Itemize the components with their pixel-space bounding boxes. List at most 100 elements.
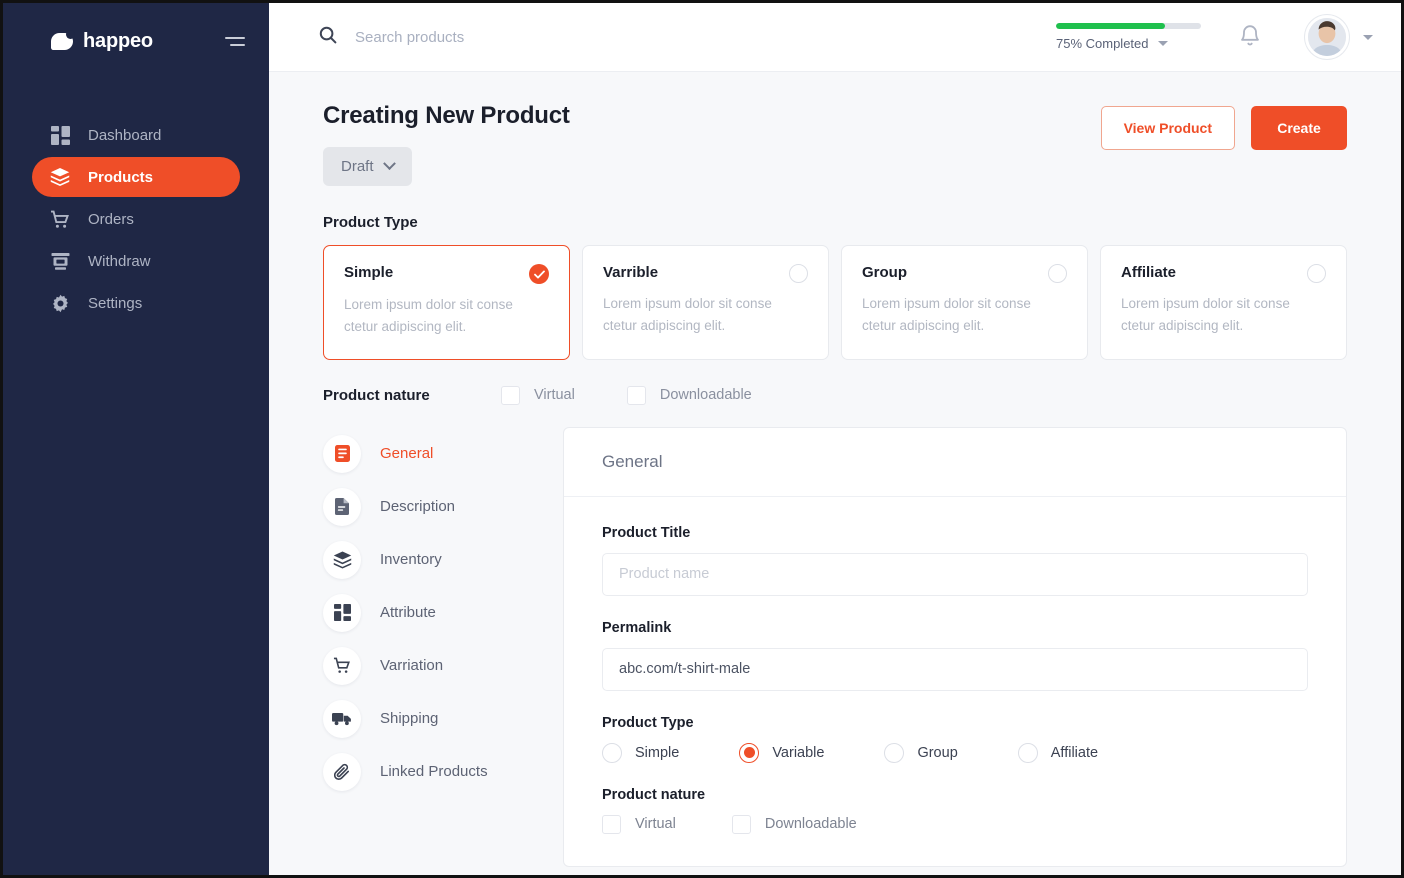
brand-name: happeo (83, 30, 153, 53)
card-description: Lorem ipsum dolor sit conse ctetur adipi… (862, 293, 1067, 338)
sidebar-item-products[interactable]: Products (32, 157, 240, 197)
radio-icon[interactable] (884, 743, 904, 763)
sidebar-header: happeo (3, 19, 269, 63)
completion-progress[interactable]: 75% Completed (1056, 23, 1201, 51)
status-dropdown[interactable]: Draft (323, 147, 412, 186)
radio-affiliate[interactable]: Affiliate (1018, 743, 1098, 763)
tab-linked-products[interactable]: Linked Products (323, 753, 563, 791)
products-box-icon (50, 167, 70, 187)
settings-gear-icon (50, 293, 70, 313)
sidebar: happeo Dashboard (3, 3, 269, 875)
panel-product-nature-row: Virtual Downloadable (602, 815, 1308, 834)
work-area: General Description (323, 427, 1347, 867)
card-description: Lorem ipsum dolor sit conse ctetur adipi… (1121, 293, 1326, 338)
checkbox-icon[interactable] (602, 815, 621, 834)
bell-icon[interactable] (1239, 23, 1261, 52)
radio-group[interactable]: Group (884, 743, 957, 763)
radio-icon-selected[interactable] (739, 743, 759, 763)
tab-varriation[interactable]: Varriation (323, 647, 563, 685)
product-type-card-group[interactable]: Group Lorem ipsum dolor sit conse ctetur… (841, 245, 1088, 360)
checkbox-icon[interactable] (501, 386, 520, 405)
orders-cart-icon (50, 209, 70, 229)
account-menu[interactable] (1305, 15, 1373, 59)
product-nature-label: Product nature (323, 387, 501, 404)
radio-icon[interactable] (602, 743, 622, 763)
card-title: Affiliate (1121, 264, 1176, 281)
product-title-input[interactable] (602, 553, 1308, 596)
product-nature-downloadable[interactable]: Downloadable (627, 386, 752, 405)
radio-variable[interactable]: Variable (739, 743, 824, 763)
tab-shipping[interactable]: Shipping (323, 700, 563, 738)
page-title: Creating New Product (323, 102, 570, 130)
sidebar-item-orders[interactable]: Orders (32, 199, 240, 239)
view-product-button[interactable]: View Product (1101, 106, 1235, 150)
app-window: happeo Dashboard (0, 0, 1404, 878)
sidebar-item-label: Orders (88, 211, 134, 228)
radio-icon[interactable] (789, 264, 808, 283)
layout-grid-icon (323, 594, 361, 632)
checkbox-label: Virtual (635, 816, 676, 832)
checkbox-label: Downloadable (765, 816, 857, 832)
sidebar-item-dashboard[interactable]: Dashboard (32, 115, 240, 155)
happeo-blob-logo (51, 33, 73, 50)
radio-label: Affiliate (1051, 745, 1098, 761)
card-title: Simple (344, 264, 393, 281)
search-box[interactable] (319, 26, 1040, 49)
radio-icon[interactable] (1307, 264, 1326, 283)
checkbox-icon[interactable] (732, 815, 751, 834)
chevron-down-icon[interactable] (1158, 41, 1168, 46)
tab-label: General (380, 445, 433, 462)
page-content: Creating New Product Draft View Product … (269, 72, 1401, 875)
radio-simple[interactable]: Simple (602, 743, 679, 763)
progress-track (1056, 23, 1201, 29)
product-type-cards: Simple Lorem ipsum dolor sit conse ctetu… (323, 245, 1347, 360)
product-type-card-simple[interactable]: Simple Lorem ipsum dolor sit conse ctetu… (323, 245, 570, 360)
document-list-icon (323, 435, 361, 473)
avatar[interactable] (1305, 15, 1349, 59)
sidebar-item-label: Dashboard (88, 127, 161, 144)
radio-label: Group (917, 745, 957, 761)
sidebar-item-label: Withdraw (88, 253, 151, 270)
tab-list: General Description (323, 427, 563, 867)
sidebar-item-withdraw[interactable]: Withdraw (32, 241, 240, 281)
tab-description[interactable]: Description (323, 488, 563, 526)
check-circle-icon[interactable] (529, 264, 549, 284)
tab-label: Linked Products (380, 763, 488, 780)
card-head: Group (862, 264, 1067, 283)
product-type-card-affiliate[interactable]: Affiliate Lorem ipsum dolor sit conse ct… (1100, 245, 1347, 360)
sidebar-nav: Dashboard Products (3, 115, 269, 323)
tab-attribute[interactable]: Attribute (323, 594, 563, 632)
file-text-icon (323, 488, 361, 526)
tab-general[interactable]: General (323, 435, 563, 473)
product-type-card-varrible[interactable]: Varrible Lorem ipsum dolor sit conse cte… (582, 245, 829, 360)
withdraw-atm-icon (50, 251, 70, 271)
permalink-input[interactable] (602, 648, 1308, 691)
tab-label: Shipping (380, 710, 438, 727)
card-title: Group (862, 264, 907, 281)
chevron-down-icon[interactable] (1363, 35, 1373, 40)
search-input[interactable] (355, 29, 675, 46)
truck-icon (323, 700, 361, 738)
product-type-section-label: Product Type (323, 214, 1347, 231)
sidebar-item-settings[interactable]: Settings (32, 283, 240, 323)
card-head: Varrible (603, 264, 808, 283)
panel-heading: General (564, 428, 1346, 497)
permalink-label: Permalink (602, 620, 1308, 636)
product-nature-virtual[interactable]: Virtual (501, 386, 575, 405)
panel-product-type-label: Product Type (602, 715, 1308, 731)
panel-product-type-radios: Simple Variable Group (602, 743, 1308, 763)
hamburger-icon[interactable] (225, 37, 245, 46)
checkbox-icon[interactable] (627, 386, 646, 405)
create-button[interactable]: Create (1251, 106, 1347, 150)
tab-label: Varriation (380, 657, 443, 674)
radio-label: Variable (772, 745, 824, 761)
radio-icon[interactable] (1048, 264, 1067, 283)
brand[interactable]: happeo (51, 30, 153, 53)
panel-nature-downloadable[interactable]: Downloadable (732, 815, 857, 834)
sidebar-item-label: Products (88, 169, 153, 186)
progress-label-row[interactable]: 75% Completed (1056, 36, 1201, 51)
panel-nature-virtual[interactable]: Virtual (602, 815, 676, 834)
radio-icon[interactable] (1018, 743, 1038, 763)
tab-inventory[interactable]: Inventory (323, 541, 563, 579)
card-head: Simple (344, 264, 549, 284)
